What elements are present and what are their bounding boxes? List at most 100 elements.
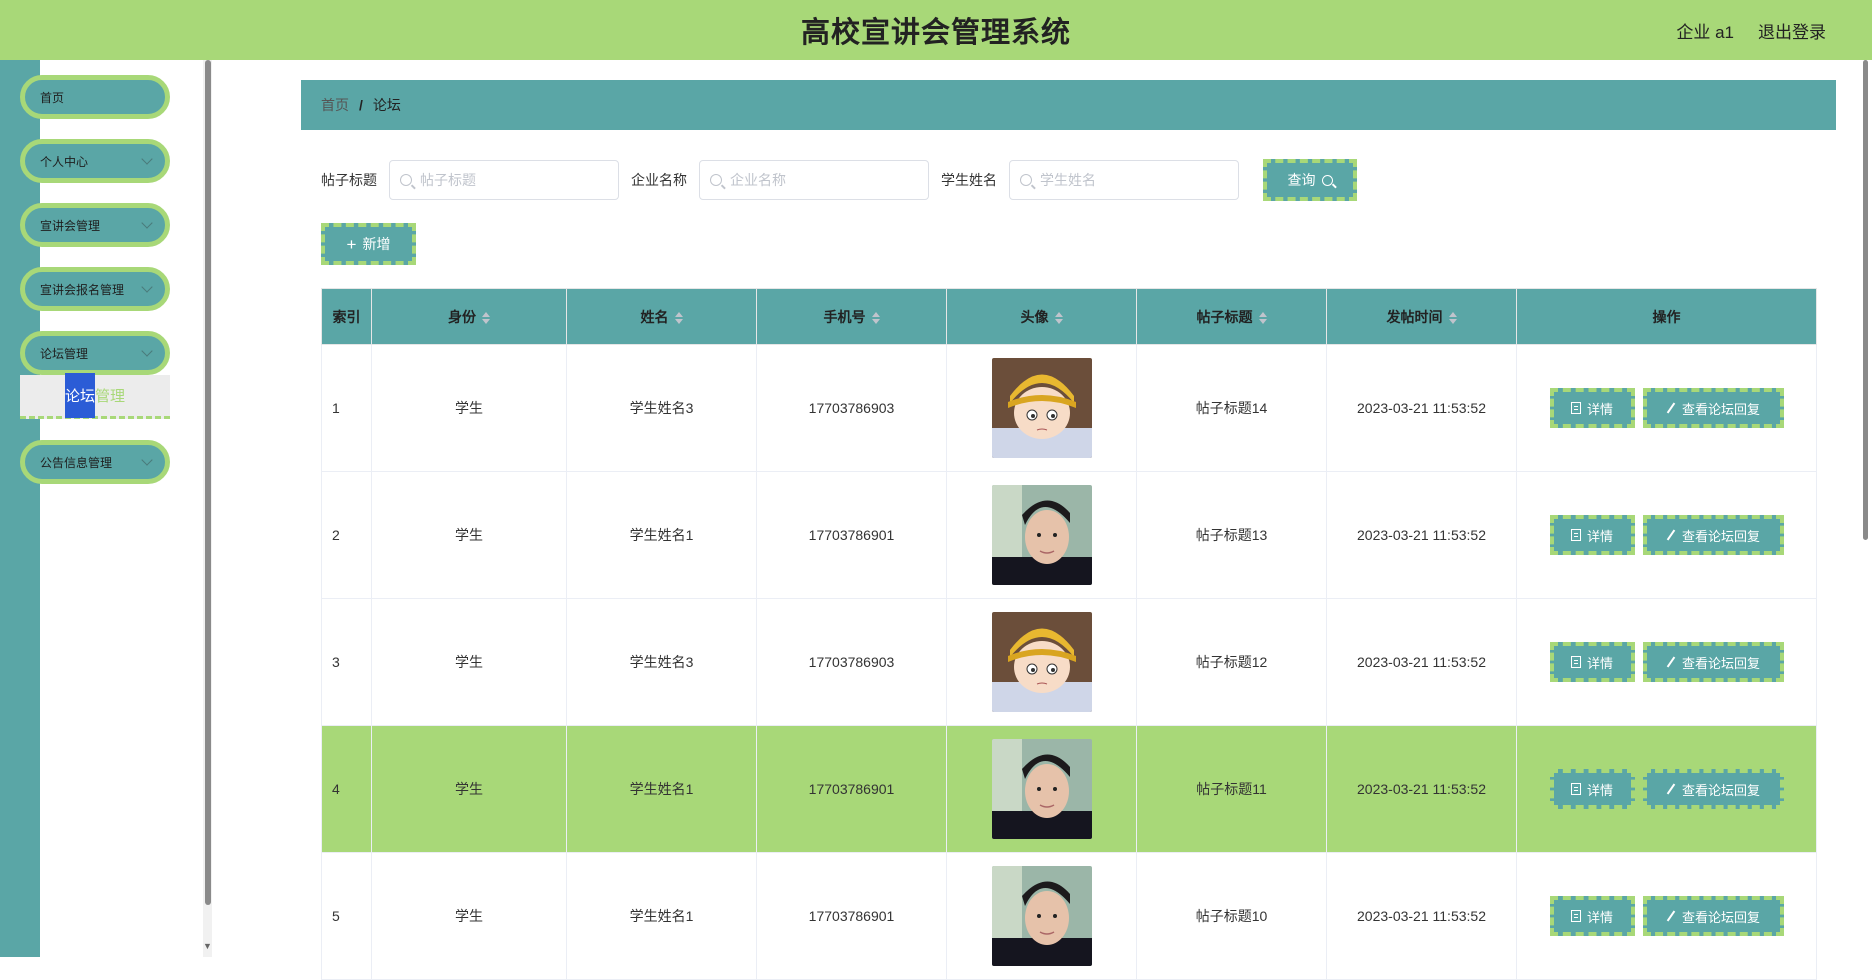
cell-role: 学生 <box>371 725 567 853</box>
breadcrumb-home[interactable]: 首页 <box>321 95 349 115</box>
view-replies-button[interactable]: 查看论坛回复 <box>1642 388 1784 428</box>
user-name[interactable]: 企业 a1 <box>1676 18 1734 43</box>
post-title-input[interactable] <box>420 172 600 188</box>
cell-avatar <box>946 471 1137 599</box>
avatar-image <box>991 612 1092 712</box>
cell-actions: 详情 查看论坛回复 <box>1516 598 1817 726</box>
view-replies-button[interactable]: 查看论坛回复 <box>1642 515 1784 555</box>
sort-icon[interactable] <box>482 311 490 324</box>
forum-table: 索引 身份 姓名 手机号 头像 帖子标题 发帖时间 操作 1 学生 学生姓名3 … <box>321 288 1817 980</box>
cell-post-time: 2023-03-21 11:53:52 <box>1326 471 1517 599</box>
column-header[interactable]: 姓名 <box>566 288 757 345</box>
detail-button[interactable]: 详情 <box>1549 515 1635 555</box>
view-replies-button[interactable]: 查看论坛回复 <box>1642 896 1784 936</box>
sidebar-item-home[interactable]: 首页 <box>20 75 170 119</box>
document-icon <box>1570 910 1581 922</box>
cell-index: 1 <box>321 344 372 472</box>
cell-phone: 17703786903 <box>756 598 947 726</box>
cell-actions: 详情 查看论坛回复 <box>1516 725 1817 853</box>
sort-icon[interactable] <box>674 311 683 324</box>
table-row[interactable]: 3 学生 学生姓名3 17703786903 帖子标题12 2023-03-21… <box>321 598 1817 726</box>
search-icon <box>1020 174 1032 186</box>
sidebar-item-label: 宣讲会管理 <box>40 218 101 233</box>
post-title-field[interactable] <box>389 160 619 200</box>
table-header-row: 索引 身份 姓名 手机号 头像 帖子标题 发帖时间 操作 <box>321 288 1817 345</box>
cell-index: 4 <box>321 725 372 853</box>
company-name-input[interactable] <box>730 172 910 188</box>
table-row[interactable]: 2 学生 学生姓名1 17703786901 帖子标题13 2023-03-21… <box>321 471 1817 599</box>
app-title: 高校宣讲会管理系统 <box>800 17 1071 49</box>
sidebar-item-label: 宣讲会报名管理 <box>40 282 125 297</box>
sidebar-item-registration-management[interactable]: 宣讲会报名管理 <box>20 267 170 311</box>
cell-post-title: 帖子标题12 <box>1136 598 1327 726</box>
detail-button[interactable]: 详情 <box>1549 769 1635 809</box>
view-replies-button[interactable]: 查看论坛回复 <box>1642 642 1784 682</box>
add-button[interactable]: + 新增 <box>321 223 416 265</box>
column-header[interactable]: 发帖时间 <box>1326 288 1517 345</box>
detail-button[interactable]: 详情 <box>1549 642 1635 682</box>
page-scrollbar-thumb[interactable] <box>1863 60 1868 540</box>
sidebar-item-label: 首页 <box>40 90 65 105</box>
table-row[interactable]: 4 学生 学生姓名1 17703786901 帖子标题11 2023-03-21… <box>321 725 1817 853</box>
breadcrumb-current: 论坛 <box>372 97 401 113</box>
detail-button-label: 详情 <box>1586 782 1613 798</box>
query-button[interactable]: 查询 <box>1263 159 1357 201</box>
table-row[interactable]: 5 学生 学生姓名1 17703786901 帖子标题10 2023-03-21… <box>321 852 1817 980</box>
document-icon <box>1570 529 1581 541</box>
sidebar-item-label: 论坛管理 <box>40 346 89 361</box>
detail-button[interactable]: 详情 <box>1549 388 1635 428</box>
view-replies-button-label: 查看论坛回复 <box>1681 782 1760 798</box>
cell-role: 学生 <box>371 852 567 980</box>
column-header[interactable]: 身份 <box>371 288 567 345</box>
chevron-down-icon <box>141 454 153 466</box>
add-button-label: 新增 <box>362 236 391 252</box>
submenu-forum-management[interactable]: 论坛 管理 <box>20 373 170 419</box>
sidebar-item-forum-management[interactable]: 论坛管理 <box>20 331 170 375</box>
detail-button-label: 详情 <box>1586 401 1613 417</box>
view-replies-button-label: 查看论坛回复 <box>1681 909 1760 925</box>
search-form: 帖子标题 企业名称 学生姓名 查询 <box>321 159 1357 201</box>
cell-actions: 详情 查看论坛回复 <box>1516 471 1817 599</box>
sidebar-item-personal-center[interactable]: 个人中心 <box>20 139 170 183</box>
edit-icon <box>1666 402 1676 414</box>
sort-icon[interactable] <box>1258 311 1267 324</box>
scroll-down-arrow-icon[interactable]: ▼ <box>203 941 212 951</box>
company-name-field[interactable] <box>699 160 929 200</box>
cell-name: 学生姓名1 <box>566 471 757 599</box>
cell-post-time: 2023-03-21 11:53:52 <box>1326 344 1517 472</box>
logout-link[interactable]: 退出登录 <box>1758 18 1826 43</box>
chevron-down-icon <box>141 217 153 229</box>
table-row[interactable]: 1 学生 学生姓名3 17703786903 帖子标题14 2023-03-21… <box>321 344 1817 472</box>
column-header[interactable]: 头像 <box>946 288 1137 345</box>
cell-avatar <box>946 725 1137 853</box>
cell-phone: 17703786901 <box>756 471 947 599</box>
sidebar-scrollbar-thumb[interactable] <box>205 60 211 905</box>
detail-button[interactable]: 详情 <box>1549 896 1635 936</box>
post-title-label: 帖子标题 <box>321 172 377 188</box>
view-replies-button[interactable]: 查看论坛回复 <box>1642 769 1784 809</box>
column-header[interactable]: 帖子标题 <box>1136 288 1327 345</box>
student-name-label: 学生姓名 <box>941 172 997 188</box>
sort-icon[interactable] <box>871 311 880 324</box>
chevron-down-icon <box>141 281 153 293</box>
sort-icon[interactable] <box>1054 311 1063 324</box>
sidebar-item-announcement-management[interactable]: 公告信息管理 <box>20 440 170 484</box>
sidebar-item-label: 个人中心 <box>40 154 89 169</box>
cell-avatar <box>946 852 1137 980</box>
sort-icon[interactable] <box>1448 311 1457 324</box>
sidebar-item-presentation-management[interactable]: 宣讲会管理 <box>20 203 170 247</box>
cell-actions: 详情 查看论坛回复 <box>1516 852 1817 980</box>
student-name-input[interactable] <box>1040 172 1220 188</box>
cell-phone: 17703786901 <box>756 852 947 980</box>
edit-icon <box>1666 656 1676 668</box>
chevron-down-icon <box>141 345 153 357</box>
column-header[interactable]: 手机号 <box>756 288 947 345</box>
breadcrumb: 首页 / 论坛 <box>301 80 1836 130</box>
plus-icon: + <box>346 234 357 254</box>
edit-icon <box>1666 529 1676 541</box>
cell-role: 学生 <box>371 598 567 726</box>
student-name-field[interactable] <box>1009 160 1239 200</box>
search-icon <box>400 174 412 186</box>
column-header: 索引 <box>321 288 372 345</box>
cell-index: 3 <box>321 598 372 726</box>
